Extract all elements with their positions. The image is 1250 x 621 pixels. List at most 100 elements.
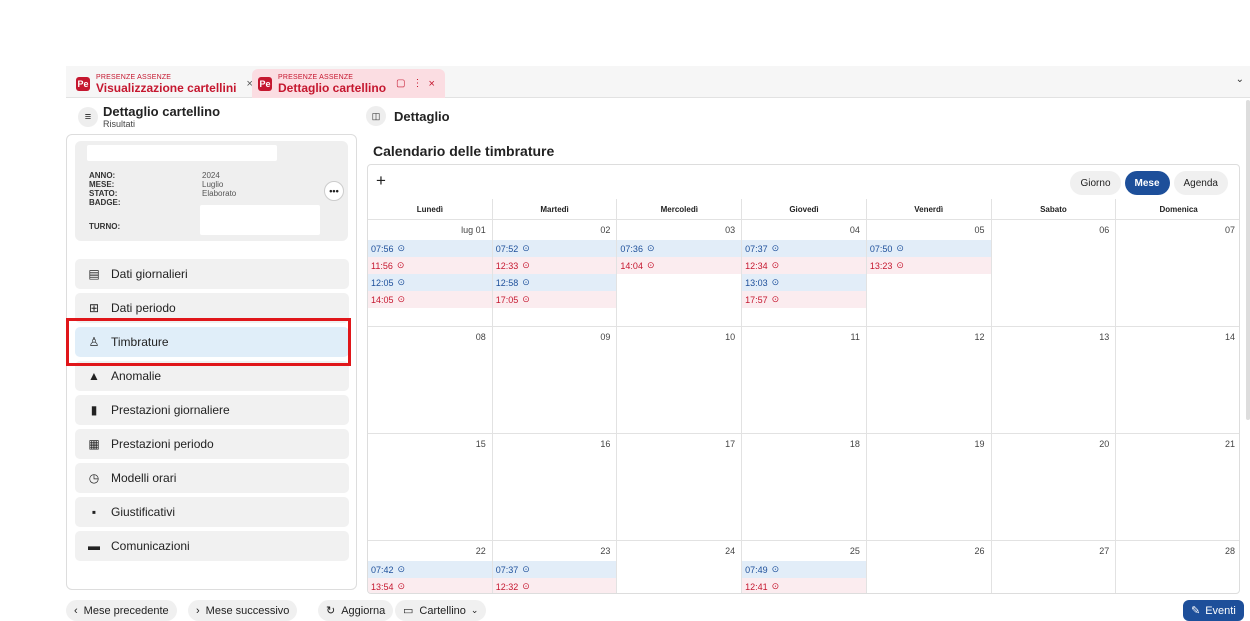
day-number: 22 <box>475 546 486 556</box>
calendar-day-cell[interactable]: 20 <box>991 434 1117 541</box>
warning-icon: ▲ <box>88 369 100 383</box>
timbratura-entry[interactable]: 17:57 ⊙ <box>742 291 866 308</box>
timbratura-entry[interactable]: 12:33 ⊙ <box>492 257 617 274</box>
calendar-day-cell[interactable]: 15 <box>368 434 493 541</box>
refresh-button[interactable]: ↻ Aggiorna <box>318 600 394 621</box>
clock-icon: ⊙ <box>397 243 406 253</box>
timbratura-time: 07:49 <box>745 564 768 575</box>
timbratura-entry[interactable]: 07:42 ⊙ <box>368 561 492 578</box>
timbratura-entry[interactable]: 07:49 ⊙ <box>742 561 866 578</box>
calendar-day-cell[interactable]: 03 07:36 ⊙ 14:04 ⊙ <box>617 220 743 327</box>
more-options-button[interactable]: ••• <box>324 181 344 201</box>
tab-visualizzazione-cartellini[interactable]: Pe PRESENZE ASSENZE Visualizzazione cart… <box>70 69 253 98</box>
timbratura-time: 13:03 <box>745 277 768 288</box>
bookmark-icon[interactable]: ▢ <box>396 78 405 89</box>
day-number: 08 <box>475 332 486 342</box>
timbratura-entry[interactable]: 13:23 ⊙ <box>866 257 991 274</box>
timbratura-entry[interactable]: 12:32 ⊙ <box>492 578 617 593</box>
calendar-day-cell[interactable]: 24 <box>617 541 743 593</box>
menu-dati-giornalieri[interactable]: ▤ Dati giornalieri <box>75 259 349 289</box>
timbratura-entry[interactable]: 07:50 ⊙ <box>866 240 991 257</box>
view-agenda-button[interactable]: Agenda <box>1173 171 1228 195</box>
calendar-day-cell[interactable]: 21 <box>1116 434 1239 541</box>
calendar-day-cell[interactable]: 27 <box>992 541 1117 593</box>
calendar-day-cell[interactable]: 23 07:37 ⊙ 12:32 ⊙ <box>492 541 618 593</box>
calendar-day-cell[interactable]: 07 <box>1116 220 1239 327</box>
panel-toggle-icon[interactable]: ◫ <box>366 106 386 126</box>
timbratura-time: 07:37 <box>495 564 519 575</box>
timbratura-entry[interactable]: 07:37 ⊙ <box>742 240 866 257</box>
more-vertical-icon[interactable]: ⋮ <box>412 78 422 89</box>
calendar-day-cell[interactable]: 05 07:50 ⊙ 13:23 ⊙ <box>866 220 992 327</box>
day-number: 13 <box>1099 332 1110 342</box>
timbratura-entry[interactable]: 13:54 ⊙ <box>368 578 492 593</box>
prev-month-button[interactable]: ‹ Mese precedente <box>66 600 177 621</box>
timbratura-entry[interactable]: 14:04 ⊙ <box>617 257 742 274</box>
events-button[interactable]: ✎ Eventi <box>1183 600 1244 621</box>
timbratura-time: 13:54 <box>371 581 394 592</box>
calendar-day-cell[interactable]: 18 <box>742 434 867 541</box>
timbratura-entry[interactable]: 11:56 ⊙ <box>368 257 492 274</box>
view-giorno-button[interactable]: Giorno <box>1070 171 1121 195</box>
menu-giustificativi[interactable]: ▪ Giustificativi <box>75 497 349 527</box>
calendar-day-cell[interactable]: 14 <box>1116 327 1239 434</box>
timbratura-entry[interactable]: 07:36 ⊙ <box>617 240 742 257</box>
view-mese-button[interactable]: Mese <box>1124 171 1170 195</box>
timbratura-time: 12:58 <box>495 277 519 288</box>
timbratura-entry[interactable]: 07:52 ⊙ <box>492 240 617 257</box>
document-icon: ▮ <box>90 403 98 417</box>
menu-modelli-orari[interactable]: ◷ Modelli orari <box>75 463 349 493</box>
timbratura-entry[interactable]: 12:05 ⊙ <box>368 274 492 291</box>
calendar-day-cell[interactable]: 28 <box>1116 541 1239 593</box>
message-icon: ▬ <box>88 539 100 553</box>
clock-icon: ⊙ <box>522 243 530 253</box>
list-menu-icon[interactable]: ≡ <box>78 107 98 127</box>
day-number: 21 <box>1224 439 1235 449</box>
day-number: lug 01 <box>461 225 486 235</box>
timbratura-entry[interactable]: 13:03 ⊙ <box>742 274 866 291</box>
clock-icon: ⊙ <box>771 294 780 304</box>
tab-dettaglio-cartellino[interactable]: Pe PRESENZE ASSENZE Dettaglio cartellino… <box>252 69 445 98</box>
calendar-day-cell[interactable]: 22 07:42 ⊙ 13:54 ⊙ <box>368 541 493 593</box>
calendar-day-cell[interactable]: 10 <box>617 327 743 434</box>
calendar-day-cell[interactable]: 13 <box>991 327 1117 434</box>
calendar-day-cell[interactable]: 19 <box>866 434 992 541</box>
calendar-day-cell[interactable]: 08 <box>368 327 493 434</box>
timbratura-entry[interactable]: 07:56 ⊙ <box>368 240 492 257</box>
timbratura-entry[interactable]: 12:34 ⊙ <box>742 257 866 274</box>
calendar-day-cell[interactable]: 26 <box>867 541 992 593</box>
chevron-down-icon[interactable]: ⌄ <box>1236 74 1244 85</box>
calendar-day-cell[interactable]: 04 07:37 ⊙ 12:34 ⊙ 13:03 ⊙ 17:57 ⊙ <box>742 220 867 327</box>
weekday-header: Venerdì <box>866 199 992 220</box>
timbratura-entry[interactable]: 12:41 ⊙ <box>742 578 866 593</box>
tab-close-icon[interactable]: × <box>428 78 434 90</box>
mese-label: MESE: <box>89 180 115 189</box>
clock-icon: ⊙ <box>771 581 780 591</box>
timbratura-entry[interactable]: 12:58 ⊙ <box>492 274 617 291</box>
add-icon[interactable]: + <box>376 171 386 191</box>
weekday-header: Domenica <box>1116 199 1239 220</box>
day-number: 26 <box>974 546 985 556</box>
calendar-day-cell[interactable]: 06 <box>991 220 1117 327</box>
anno-label: ANNO: <box>89 171 116 180</box>
weekday-header: Mercoledì <box>617 199 743 220</box>
calendar-day-cell[interactable]: 25 07:49 ⊙ 12:41 ⊙ <box>742 541 867 593</box>
calendar-day-cell[interactable]: 02 07:52 ⊙ 12:33 ⊙ 12:58 ⊙ 17:05 ⊙ <box>492 220 618 327</box>
calendar-list-icon: ▦ <box>88 437 100 451</box>
calendar-day-cell[interactable]: 16 <box>492 434 618 541</box>
calendar-day-cell[interactable]: lug 01 07:56 ⊙ 11:56 ⊙ 12:05 ⊙ 14:05 ⊙ <box>368 220 493 327</box>
menu-prestazioni-periodo[interactable]: ▦ Prestazioni periodo <box>75 429 349 459</box>
timbratura-entry[interactable]: 07:37 ⊙ <box>492 561 617 578</box>
calendar-day-cell[interactable]: 12 <box>866 327 992 434</box>
timbratura-entry[interactable]: 14:05 ⊙ <box>368 291 492 308</box>
calendar-day-cell[interactable]: 11 <box>742 327 867 434</box>
calendar-day-cell[interactable]: 09 <box>492 327 618 434</box>
calendar-day-cell[interactable]: 17 <box>617 434 743 541</box>
cartellino-dropdown[interactable]: ▭ Cartellino ⌄ <box>395 600 487 621</box>
menu-comunicazioni[interactable]: ▬ Comunicazioni <box>75 531 349 561</box>
scrollbar[interactable] <box>1246 100 1250 420</box>
menu-prestazioni-giornaliere[interactable]: ▮ Prestazioni giornaliere <box>75 395 349 425</box>
timbratura-entry[interactable]: 17:05 ⊙ <box>492 291 617 308</box>
weekday-header: Sabato <box>991 199 1117 220</box>
next-month-button[interactable]: › Mese successivo <box>188 600 298 621</box>
